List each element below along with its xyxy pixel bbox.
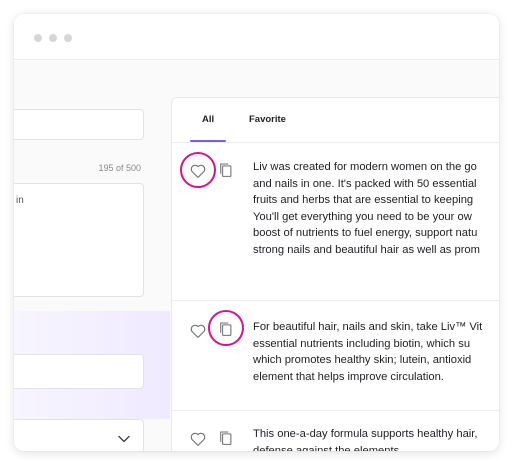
result-line: This one-a-day formula supports healthy … <box>253 428 478 440</box>
result-line: fruits and herbs that are essential to k… <box>253 194 474 206</box>
result-line: strong nails and beautiful hair as well … <box>253 243 480 256</box>
tab-favorite[interactable]: Favorite <box>249 114 286 125</box>
copy-icon[interactable] <box>217 161 235 179</box>
copy-highlight-ring <box>208 310 244 346</box>
description-textarea[interactable] <box>14 183 144 297</box>
row-divider <box>172 410 499 411</box>
copy-icon[interactable] <box>217 429 235 447</box>
result-line: which promotes healthy skin; lutein, ant… <box>253 354 472 366</box>
result-line: and nails in one. It's packed with 50 es… <box>253 177 477 190</box>
result-line: You'll get everything you need to be you… <box>253 210 472 223</box>
window-minimize-button[interactable] <box>49 34 57 42</box>
app-window: 195 of 500 in All Favorite Liv was creat… <box>14 14 499 451</box>
title-bar <box>14 14 499 60</box>
result-line: essential nutrients including biotin, wh… <box>253 337 471 350</box>
option-input[interactable] <box>14 354 144 389</box>
textarea-text: in <box>16 195 24 206</box>
window-close-button[interactable] <box>34 34 42 42</box>
result-text-3[interactable]: This one-a-day formula supports healthy … <box>253 426 499 451</box>
name-input[interactable] <box>14 109 144 140</box>
chevron-down-icon[interactable] <box>118 435 130 443</box>
result-text-1[interactable]: Liv was created for modern women on the … <box>253 159 499 258</box>
result-line: For beautiful hair, nails and skin, take… <box>253 321 483 333</box>
char-counter: 195 of 500 <box>98 163 141 173</box>
row-divider <box>172 300 499 301</box>
results-card: All Favorite Liv was created for modern … <box>171 97 499 451</box>
result-line: Liv was created for modern women on the … <box>253 161 477 173</box>
tabs-divider <box>172 142 499 143</box>
tab-all[interactable]: All <box>202 114 214 125</box>
result-line: defense against the elements. <box>253 444 403 452</box>
window-zoom-button[interactable] <box>64 34 72 42</box>
main-content: 195 of 500 in All Favorite Liv was creat… <box>14 61 499 451</box>
result-text-2[interactable]: For beautiful hair, nails and skin, take… <box>253 319 499 385</box>
heart-icon[interactable] <box>189 430 207 448</box>
favorite-highlight-ring <box>180 152 216 188</box>
result-line: element that helps improve circulation. <box>253 370 444 383</box>
result-line: boost of nutrients to fuel energy, suppo… <box>253 227 478 239</box>
heart-icon[interactable] <box>189 322 207 340</box>
